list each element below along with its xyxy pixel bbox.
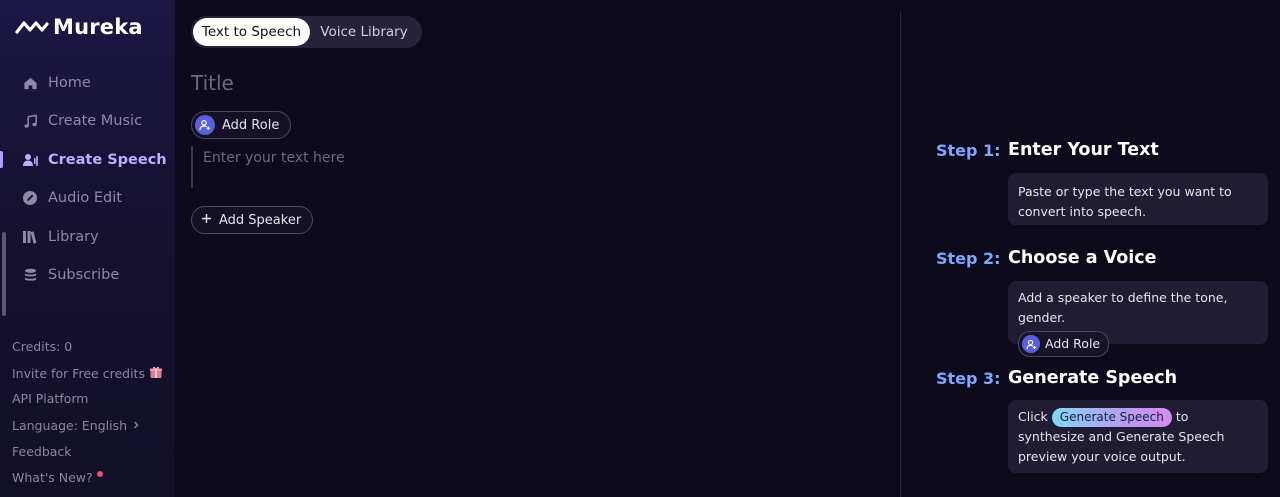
- step-2-title: Choose a Voice: [1008, 248, 1157, 268]
- add-role-button[interactable]: Add Role: [191, 111, 292, 139]
- step-3-body-pre: Click: [1018, 409, 1048, 424]
- feedback-link[interactable]: Feedback: [12, 444, 72, 459]
- api-platform-link[interactable]: API Platform: [12, 391, 88, 406]
- sidebar-item-label: Home: [48, 75, 91, 91]
- home-icon: [22, 75, 38, 91]
- logo[interactable]: Mureka: [15, 14, 143, 40]
- step-3-title: Generate Speech: [1008, 368, 1178, 388]
- music-note-icon: [22, 113, 38, 129]
- step-2-label: Step 2:: [936, 249, 1001, 268]
- add-speaker-label: Add Speaker: [219, 212, 302, 228]
- language-selector[interactable]: Language: English: [12, 418, 141, 433]
- step-1-title: Enter Your Text: [1008, 140, 1159, 160]
- brand-name: Mureka: [53, 15, 143, 39]
- step-2-card: Add a speaker to define the tone, gender…: [1008, 281, 1268, 357]
- text-block-border: [191, 146, 193, 188]
- notification-dot: [96, 470, 103, 477]
- invite-link[interactable]: Invite for Free credits: [12, 365, 163, 382]
- sidebar-item-audio-edit[interactable]: Audio Edit: [0, 183, 175, 213]
- speech-icon: [22, 152, 38, 168]
- app: Mureka Home Create Music Create Speech A…: [0, 0, 1280, 497]
- gift-icon: [149, 365, 163, 382]
- speech-text-input[interactable]: [203, 150, 763, 190]
- sidebar-item-create-speech[interactable]: Create Speech: [0, 145, 175, 175]
- edit-icon: [22, 190, 38, 206]
- step-2-add-role-button[interactable]: Add Role: [1018, 331, 1110, 357]
- sidebar-item-label: Library: [48, 229, 99, 245]
- step-3-label: Step 3:: [936, 369, 1001, 388]
- step-1-card: Paste or type the text you want to conve…: [1008, 173, 1268, 225]
- sidebar-scrollbar[interactable]: [2, 232, 6, 316]
- sidebar-item-library[interactable]: Library: [0, 222, 175, 252]
- library-icon: [22, 229, 38, 245]
- add-user-icon: [1022, 335, 1040, 353]
- mode-tabs: Text to Speech Voice Library: [191, 16, 422, 48]
- mureka-logo-icon: [15, 21, 49, 34]
- sidebar-item-label: Subscribe: [48, 267, 120, 283]
- stack-icon: [22, 267, 38, 283]
- sidebar-item-label: Audio Edit: [48, 190, 122, 206]
- step-3-card: Click Generate Speech to synthesize and …: [1008, 400, 1268, 473]
- plus-icon: [201, 213, 212, 228]
- step-1-body: Paste or type the text you want to conve…: [1018, 184, 1232, 219]
- generate-speech-chip: Generate Speech: [1051, 408, 1172, 427]
- credits-text: Credits: 0: [12, 339, 73, 354]
- sidebar-item-label: Create Music: [48, 113, 143, 129]
- sidebar-item-home[interactable]: Home: [0, 68, 175, 98]
- add-speaker-button[interactable]: Add Speaker: [191, 206, 314, 234]
- sidebar: Mureka Home Create Music Create Speech A…: [0, 0, 175, 497]
- sidebar-item-create-music[interactable]: Create Music: [0, 106, 175, 136]
- sidebar-item-label: Create Speech: [48, 152, 167, 168]
- title-input[interactable]: [191, 68, 591, 98]
- add-user-icon: [195, 115, 215, 135]
- panel-divider: [900, 12, 901, 497]
- step-1-label: Step 1:: [936, 141, 1001, 160]
- tab-voice-library[interactable]: Voice Library: [310, 18, 418, 46]
- step-2-body: Add a speaker to define the tone, gender…: [1018, 290, 1228, 325]
- add-role-label: Add Role: [222, 117, 280, 133]
- sidebar-item-subscribe[interactable]: Subscribe: [0, 260, 175, 290]
- chevron-right-icon: [131, 418, 141, 433]
- tab-text-to-speech[interactable]: Text to Speech: [193, 18, 310, 46]
- step-2-add-role-label: Add Role: [1045, 336, 1101, 351]
- whats-new-link[interactable]: What's New?: [12, 470, 103, 485]
